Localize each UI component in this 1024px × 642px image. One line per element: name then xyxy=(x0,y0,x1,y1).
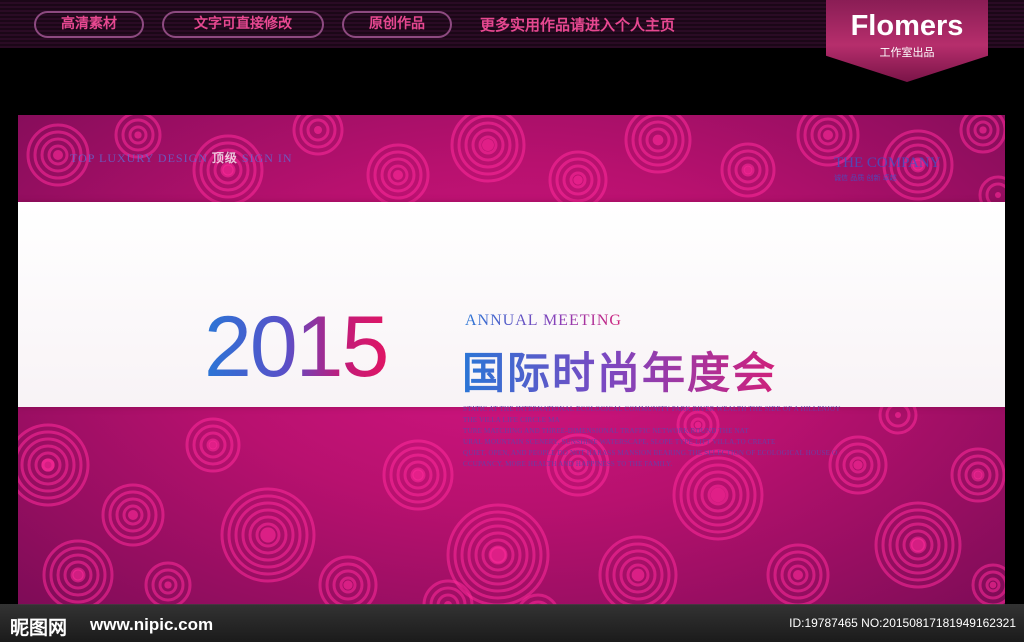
brand-badge: Flomers 工作室出品 xyxy=(826,0,988,82)
ring-motif xyxy=(366,143,430,207)
description-line: STATIC AT THE INTERNATIONAL ECOLOGICAL C… xyxy=(463,405,841,413)
watermark-bar: 昵图网 www.nipic.com ID:19787465 NO:2015081… xyxy=(0,604,1024,642)
ring-motif xyxy=(42,539,114,605)
annual-meeting-banner: TOP LUXURY DESIGN 顶级 SIGN IN THE COMPANY… xyxy=(18,115,1005,605)
description-line: THE VILLA LIFE CIRCLE MA xyxy=(463,416,560,424)
brand-subtitle: 工作室出品 xyxy=(879,46,935,59)
year-heading: 2015 xyxy=(204,299,389,395)
ring-motif xyxy=(950,447,1005,503)
ring-motif xyxy=(101,483,165,547)
logo-left: TOP LUXURY DESIGN 顶级 SIGN IN xyxy=(70,149,293,166)
site-url-link[interactable]: www.nipic.com xyxy=(90,615,213,635)
company-logo: THE COMPANY xyxy=(834,155,941,171)
ring-motif xyxy=(18,423,90,507)
logo-left-prefix: TOP LUXURY DESIGN xyxy=(70,151,208,165)
logo-left-highlight: 顶级 xyxy=(211,151,238,165)
title-band: 2015 ANNUAL MEETING 国际时尚年度会 STATIC AT TH… xyxy=(18,202,1005,468)
ring-motif xyxy=(292,115,344,156)
brand-title: Flomers xyxy=(850,10,964,42)
tag-original-work[interactable]: 原创作品 xyxy=(342,11,452,38)
ring-motif xyxy=(598,535,678,605)
tag-hd-material[interactable]: 高清素材 xyxy=(34,11,144,38)
ring-motif xyxy=(144,561,192,605)
ring-motif xyxy=(382,439,454,511)
description-line: URAL MOUNTAIN SCENERY, SUNSHINE WATERSCA… xyxy=(463,438,776,446)
homepage-link[interactable]: 更多实用作品请进入个人主页 xyxy=(480,14,675,35)
tag-editable-text[interactable]: 文字可直接修改 xyxy=(162,11,324,38)
ring-motif xyxy=(548,150,608,210)
logo-left-suffix: SIGN IN xyxy=(241,151,293,165)
ring-motif xyxy=(720,142,776,198)
event-title: 国际时尚年度会 xyxy=(462,339,777,401)
ring-motif xyxy=(446,503,550,605)
event-description: STATIC AT THE INTERNATIONAL ECOLOGICAL C… xyxy=(463,404,883,470)
ring-motif xyxy=(971,563,1005,605)
image-id-text: ID:19787465 NO:20150817181949162321 xyxy=(789,616,1016,630)
description-line: CCUPANCY, MORE HEALTH AND HAPPINESS TO T… xyxy=(463,460,673,468)
ring-motif xyxy=(318,555,378,605)
ring-motif xyxy=(624,115,692,174)
ring-motif xyxy=(220,487,316,583)
ring-motif xyxy=(450,115,526,183)
site-logo: 昵图网 xyxy=(10,617,68,639)
ring-motif xyxy=(185,417,241,473)
company-slogan: 诚信 品质 创新 卓越 xyxy=(834,174,897,182)
description-line: TURE MATCHING AND THREE-DIMENSIONAL TRAF… xyxy=(463,427,749,435)
ring-motif xyxy=(959,115,1005,154)
description-line: QUIET, OPEN, AND PEOPLE DO NOT HARASS MA… xyxy=(463,449,838,457)
annual-meeting-subtitle: ANNUAL MEETING xyxy=(465,312,622,329)
ring-motif xyxy=(766,543,830,605)
ring-motif xyxy=(874,501,962,589)
ring-motif xyxy=(192,134,264,206)
